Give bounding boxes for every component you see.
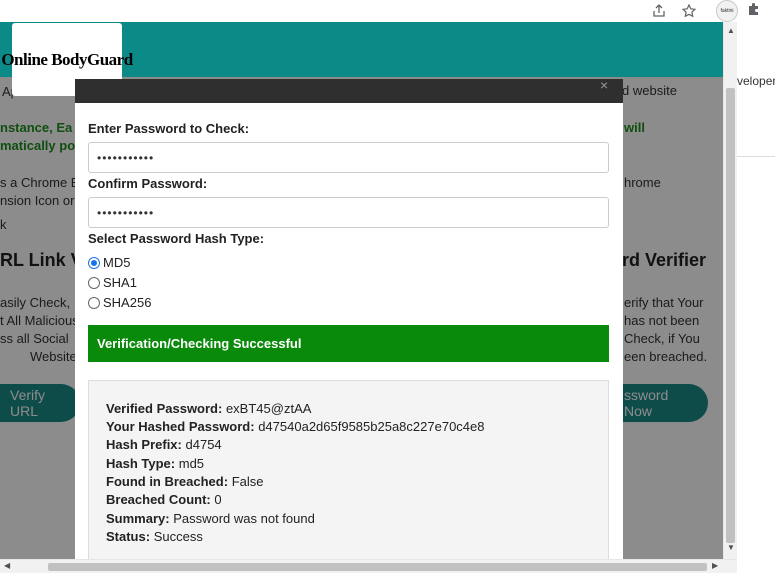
hash-option-sha256[interactable]: SHA256 xyxy=(88,295,151,310)
password-input[interactable]: ••••••••••• xyxy=(88,142,609,173)
radio-label: SHA1 xyxy=(103,275,137,290)
result-hash-prefix: Hash Prefix: d4754 xyxy=(106,437,222,452)
result-verified-password: Verified Password: exBT45@ztAA xyxy=(106,401,312,416)
result-found-in-breached: Found in Breached: False xyxy=(106,474,264,489)
extension-avatar-icon[interactable]: faktini xyxy=(716,0,738,22)
status-banner: Verification/Checking Successful xyxy=(88,325,609,362)
radio-label: MD5 xyxy=(103,255,131,270)
confirm-password-input[interactable]: ••••••••••• xyxy=(88,197,609,228)
radio-md5[interactable] xyxy=(88,256,100,269)
vertical-scroll-thumb[interactable] xyxy=(726,88,735,543)
scroll-right-icon[interactable]: ▶ xyxy=(712,561,718,570)
side-text: veloper xyxy=(737,74,775,88)
bookmark-star-icon[interactable] xyxy=(680,2,698,20)
browser-toolbar: faktini xyxy=(0,0,775,22)
extensions-puzzle-icon[interactable] xyxy=(747,2,761,19)
horizontal-scrollbar[interactable]: ◀ ▶ xyxy=(0,559,737,573)
horizontal-scroll-thumb[interactable] xyxy=(48,563,707,571)
result-summary: Summary: Password was not found xyxy=(106,511,315,526)
vertical-scrollbar[interactable]: ▲ ▼ xyxy=(723,22,737,559)
scroll-up-icon[interactable]: ▲ xyxy=(727,26,735,35)
hash-option-md5[interactable]: MD5 xyxy=(88,255,130,270)
share-icon[interactable] xyxy=(650,2,668,20)
scroll-left-icon[interactable]: ◀ xyxy=(4,561,10,570)
divider xyxy=(737,156,775,157)
radio-sha256[interactable] xyxy=(88,296,100,309)
scroll-down-icon[interactable]: ▼ xyxy=(727,543,735,552)
close-icon[interactable]: × xyxy=(600,77,608,93)
result-hash-type: Hash Type: md5 xyxy=(106,456,205,471)
result-breached-count: Breached Count: 0 xyxy=(106,492,222,507)
side-panel-sliver: veloper xyxy=(737,22,775,559)
result-hashed-password: Your Hashed Password: d47540a2d65f9585b2… xyxy=(106,419,485,434)
radio-sha1[interactable] xyxy=(88,276,100,289)
password-label: Enter Password to Check: xyxy=(88,121,250,136)
result-status: Status: Success xyxy=(106,529,203,544)
hash-option-sha1[interactable]: SHA1 xyxy=(88,275,137,290)
confirm-password-label: Confirm Password: xyxy=(88,176,208,191)
hash-type-label: Select Password Hash Type: xyxy=(88,231,265,246)
radio-label: SHA256 xyxy=(103,295,152,310)
